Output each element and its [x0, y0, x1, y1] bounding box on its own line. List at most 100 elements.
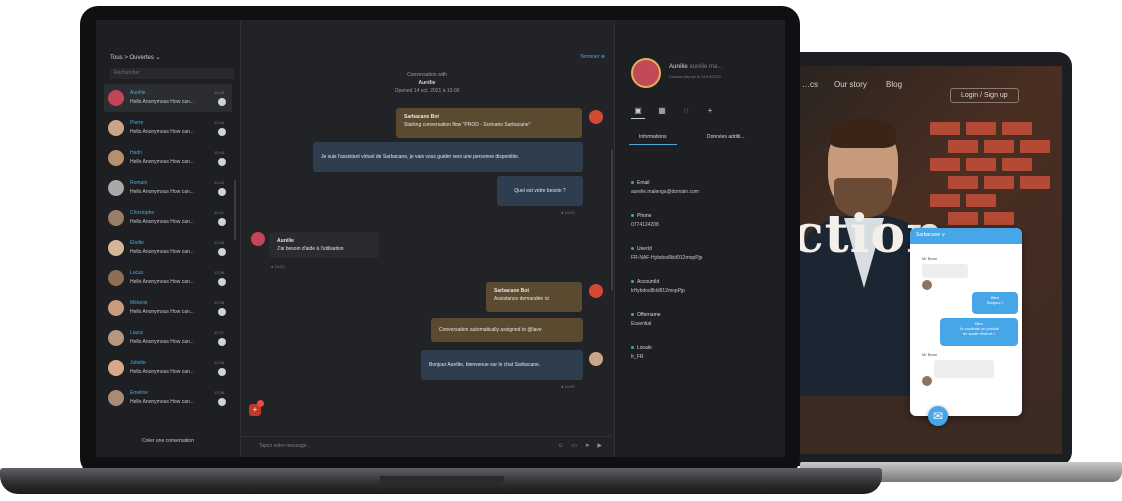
contact-avatar [631, 58, 661, 88]
conversation-preview: Hello Anonymous How can... [130, 129, 194, 135]
conversation-preview: Hello Anonymous How can... [130, 249, 194, 255]
search-input[interactable]: Rechercher [110, 68, 234, 79]
widget-bot-name: Mr Bean [922, 352, 938, 357]
widget-bot-bubble [922, 264, 968, 278]
conversation-item[interactable]: Juliette Hello Anonymous How can... 12:36 [104, 354, 232, 382]
create-conversation-button[interactable]: Créer une conversation [96, 438, 240, 444]
contact-avatar [108, 390, 124, 406]
status-dot-icon [631, 313, 634, 317]
nav-item[interactable]: …cs [802, 80, 818, 89]
chat-header-name: Aurélie [418, 80, 436, 86]
conversation-item[interactable]: Emeline Hello Anonymous How can... 12:35 [104, 384, 232, 412]
status-dot-icon [631, 346, 634, 350]
contact-name-text: Aurélie [669, 64, 688, 70]
contact-avatar [108, 330, 124, 346]
field-label-text: Email [637, 180, 650, 186]
conversation-item[interactable]: Laura Hello Anonymous How can... 12:37 [104, 324, 232, 352]
status-dot-icon [631, 247, 634, 251]
agent-avatar [218, 158, 226, 166]
conversation-preview: Hello Anonymous How can... [130, 219, 194, 225]
close-conversation-button[interactable]: Terminer ⊗ [580, 54, 605, 60]
contact-panel: Aurélie aurelie.ma... Contact depuis le … [614, 20, 785, 457]
message-time: ● 10:02 [271, 264, 285, 269]
profile-tab-icon[interactable]: ▣ [631, 104, 645, 119]
conversation-name: Pierre [130, 120, 144, 126]
conversation-name: Laura [130, 330, 143, 336]
breadcrumb[interactable]: Tous > Ouvertes ⌄ [110, 54, 161, 61]
widget-launcher-button[interactable]: ✉ [928, 406, 948, 426]
conversation-item[interactable]: Lucas Hello Anonymous How can... 12:39 [104, 264, 232, 292]
conversation-item[interactable]: Romain Hello Anonymous How can... 12:42 [104, 174, 232, 202]
conversation-time: 12:36 [213, 360, 224, 365]
conversation-item[interactable]: Mélanie Hello Anonymous How can... 12:38 [104, 294, 232, 322]
chat-widget[interactable]: Sarbacane ∨ Mr Bean Bien Bonjour ! Bien … [910, 228, 1022, 416]
calendar-tab-icon[interactable]: ▦ [655, 104, 669, 118]
field-label: AccountId [631, 279, 659, 285]
chat-scrollbar[interactable] [611, 150, 613, 290]
conversation-preview: Hello Anonymous How can... [130, 279, 194, 285]
conversation-time: 12:42 [213, 180, 224, 185]
widget-header[interactable]: Sarbacane ∨ [910, 228, 1022, 244]
conversation-time: 12:44 [213, 120, 224, 125]
conversation-time: 12:35 [213, 390, 224, 395]
chat-panel: Conversation with Aurélie Opened 14 oct.… [241, 20, 613, 457]
conversation-item[interactable]: Hadri Hello Anonymous How can... 12:43 [104, 144, 232, 172]
bot-flow-text: Starting conversation flow "PROD - Scéna… [404, 122, 531, 128]
conversation-name: Romain [130, 180, 148, 186]
field-label: Email [631, 180, 650, 186]
field-value[interactable]: Essential [631, 321, 651, 327]
list-scrollbar[interactable] [234, 180, 236, 240]
conversation-time: 12:39 [213, 270, 224, 275]
nav-item[interactable]: Our story [834, 80, 867, 89]
conversation-item[interactable]: Pierre Hello Anonymous How can... 12:44 [104, 114, 232, 142]
status-dot-icon [631, 181, 634, 185]
contact-avatar [108, 240, 124, 256]
chat-header-date: Opened 14 oct. 2021 à 10:00 [394, 88, 460, 94]
conversation-name: Emeline [130, 390, 149, 396]
welcome-message: Bonjour Aurélie, bienvenue sur le chat S… [421, 350, 583, 380]
widget-bot-name: Mr Bean [922, 256, 938, 261]
conversation-item[interactable]: Christophe Hello Anonymous How can... 12:4… [104, 204, 232, 232]
agent-avatar [218, 188, 226, 196]
bot-assist-message: Sarbacane Bot Assistance demandée ici [486, 282, 582, 312]
conversation-name: Juliette [130, 360, 146, 366]
signup-button[interactable]: Login / Sign up [950, 88, 1019, 103]
agent-avatar [589, 352, 603, 366]
conversation-name: Lucas [130, 270, 144, 276]
widget-bot-avatar [922, 280, 932, 290]
message-input[interactable]: Tapez votre message... [259, 443, 311, 449]
conversation-item[interactable]: Aurélie Hello Anonymous How can... 12:45 [104, 84, 232, 112]
conversation-time: 12:40 [213, 240, 224, 245]
field-value[interactable]: aurelie.malenga@domain.com [631, 189, 699, 195]
user-avatar [251, 232, 265, 246]
chat-tab-icon[interactable]: ◌ [679, 104, 693, 118]
contact-avatar [108, 150, 124, 166]
tab-additional-data[interactable]: Données additi... [697, 130, 755, 144]
conversation-preview: Hello Anonymous How can... [130, 369, 194, 375]
field-value[interactable]: kHybdos8kld912mopPjp [631, 288, 685, 294]
conversation-item[interactable]: Elodie Hello Anonymous How can... 12:40 [104, 234, 232, 262]
nav-item[interactable]: Blog [886, 80, 902, 89]
add-tab-icon[interactable]: + [703, 104, 717, 118]
conversation-time: 12:37 [213, 330, 224, 335]
assigned-message: Conversation automatically assigned to @… [431, 318, 583, 342]
contact-avatar [108, 360, 124, 376]
contact-subtitle: Contact depuis le 14/10/2021 [669, 74, 722, 79]
composer-icons[interactable]: ☺ ▭ ➤ ▶ [558, 442, 605, 449]
back-site-nav: …cs Our story Blog Login / Sign up [800, 80, 1062, 103]
notification-badge [257, 400, 264, 407]
field-value[interactable]: 0774124208 [631, 222, 659, 228]
chat-header-label: Conversation with [407, 72, 447, 78]
question-message: Quel est votre besoin ? [497, 176, 583, 206]
agent-avatar [218, 308, 226, 316]
user-name: Aurélie [277, 238, 294, 244]
field-label: Offername [631, 312, 661, 318]
agent-avatar [218, 218, 226, 226]
field-value[interactable]: FR-NAF-Hybdos8kld912mopPjp [631, 255, 702, 261]
conversation-time: 12:43 [213, 150, 224, 155]
conversation-preview: Hello Anonymous How can... [130, 189, 194, 195]
field-label-text: Phone [637, 213, 652, 219]
tab-informations[interactable]: Informations [629, 130, 677, 145]
field-value[interactable]: fr_FR [631, 354, 644, 360]
conversation-time: 12:45 [213, 90, 224, 95]
